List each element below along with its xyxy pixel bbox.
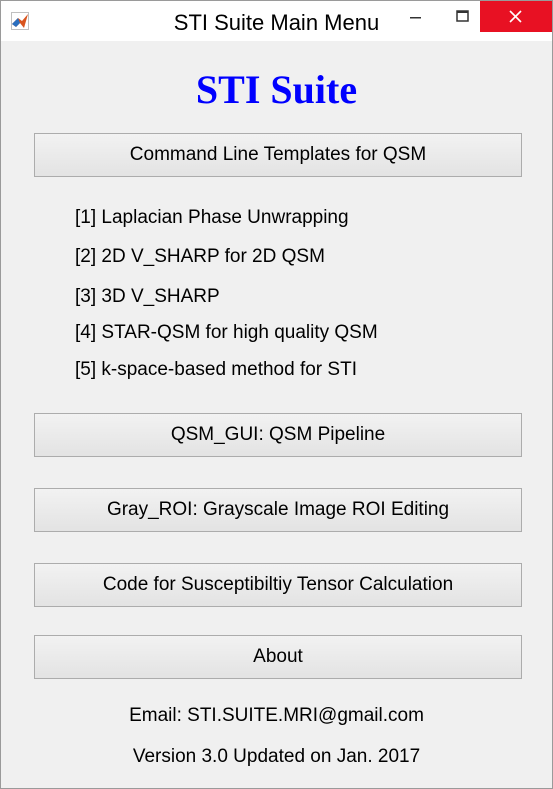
- gray-roi-button[interactable]: Gray_ROI: Grayscale Image ROI Editing: [34, 488, 522, 532]
- title-bar: STI Suite Main Menu: [1, 1, 552, 41]
- maximize-button[interactable]: [439, 1, 485, 32]
- template-item-laplacian[interactable]: [1] Laplacian Phase Unwrapping: [75, 207, 349, 229]
- template-item-3d-vsharp[interactable]: [3] 3D V_SHARP: [75, 286, 220, 308]
- template-item-star-qsm[interactable]: [4] STAR-QSM for high quality QSM: [75, 322, 378, 344]
- minimize-button[interactable]: [393, 1, 439, 32]
- brand-heading: STI Suite: [195, 67, 358, 112]
- close-button[interactable]: [480, 1, 552, 32]
- main-window: STI Suite Main Menu STI Suite Command Li…: [0, 0, 553, 789]
- version-text: Version 3.0 Updated on Jan. 2017: [132, 746, 421, 767]
- tensor-code-button[interactable]: Code for Susceptibiltiy Tensor Calculati…: [34, 563, 522, 607]
- template-item-kspace-sti[interactable]: [5] k-space-based method for STI: [75, 359, 357, 381]
- about-button[interactable]: About: [34, 635, 522, 679]
- qsm-gui-button[interactable]: QSM_GUI: QSM Pipeline: [34, 413, 522, 457]
- template-item-2d-vsharp[interactable]: [2] 2D V_SHARP for 2D QSM: [75, 246, 325, 268]
- email-text: Email: STI.SUITE.MRI@gmail.com: [129, 705, 424, 726]
- command-line-templates-button[interactable]: Command Line Templates for QSM: [34, 133, 522, 177]
